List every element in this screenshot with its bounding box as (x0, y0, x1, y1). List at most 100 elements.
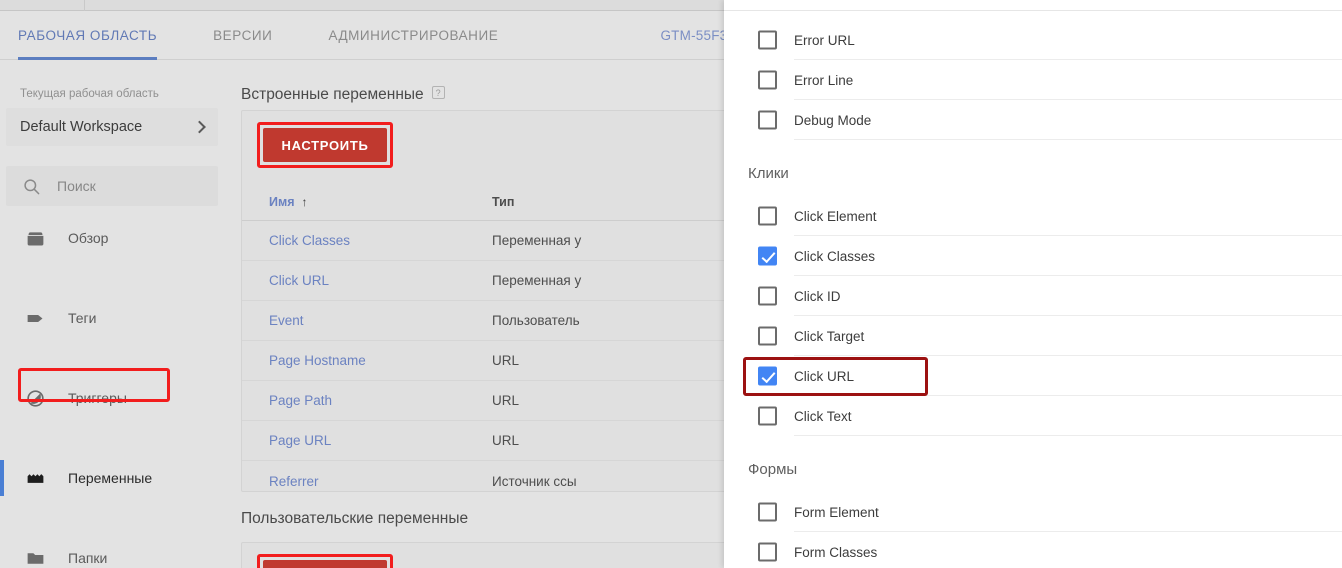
panel-group-forms: Формы (748, 461, 798, 478)
builtin-variables-config-panel: Error URL Error Line Debug Mode Клики Cl… (724, 0, 1342, 568)
sidebar-item-overview-label: Обзор (68, 230, 109, 246)
screen-root: РАБОЧАЯ ОБЛАСТЬ ВЕРСИИ АДМИНИСТРИРОВАНИЕ… (0, 0, 1342, 568)
workspace-name: Default Workspace (20, 119, 143, 135)
configure-button[interactable]: НАСТРОИТЬ (263, 128, 387, 162)
app-header: РАБОЧАЯ ОБЛАСТЬ ВЕРСИИ АДМИНИСТРИРОВАНИЕ… (0, 11, 760, 60)
checkbox-debug-mode[interactable] (758, 110, 777, 130)
table-row[interactable]: Page Hostname URL (242, 341, 746, 381)
variable-icon (24, 467, 46, 489)
configure-button-label: НАСТРОИТЬ (281, 137, 369, 153)
row-divider (794, 435, 1342, 436)
column-header-type[interactable]: Тип (492, 195, 746, 209)
main-content: Встроенные переменные? НАСТРОИТЬ Имя ↑ Ти… (228, 60, 760, 568)
panel-row-error-line[interactable]: Error Line (724, 60, 1342, 100)
builtin-variables-card: НАСТРОИТЬ Имя ↑ Тип Click Classes Переме… (241, 110, 747, 492)
row-type: URL (492, 353, 520, 368)
tab-versions[interactable]: ВЕРСИИ (213, 11, 294, 60)
panel-row-click-id[interactable]: Click ID (724, 276, 1342, 316)
panel-row-form-element-label: Form Element (794, 504, 879, 520)
checkbox-click-url[interactable] (758, 366, 777, 386)
checkbox-click-target[interactable] (758, 326, 777, 346)
sidebar-item-folders-label: Папки (68, 550, 108, 566)
user-variables-create-button[interactable] (263, 560, 387, 568)
panel-row-form-element[interactable]: Form Element (724, 492, 1342, 532)
checkbox-form-element[interactable] (758, 502, 777, 522)
help-icon[interactable]: ? (431, 86, 445, 99)
sidebar: Текущая рабочая область Default Workspac… (0, 60, 228, 568)
checkbox-click-text[interactable] (758, 406, 777, 426)
sidebar-nav: Обзор Теги Триггеры Переменные Папки (0, 218, 228, 566)
workspace-selector[interactable]: Default Workspace (6, 108, 218, 146)
table-row[interactable]: Event Пользователь (242, 301, 746, 341)
panel-group-clicks: Клики (748, 165, 789, 182)
panel-row-click-classes[interactable]: Click Classes (724, 236, 1342, 276)
panel-row-click-text[interactable]: Click Text (724, 396, 1342, 436)
checkbox-click-element[interactable] (758, 206, 777, 226)
folder-icon (24, 547, 46, 568)
sidebar-item-folders[interactable]: Папки (0, 538, 228, 568)
tab-workspace[interactable]: РАБОЧАЯ ОБЛАСТЬ (18, 11, 179, 60)
panel-row-click-text-label: Click Text (794, 408, 852, 424)
panel-row-error-url[interactable]: Error URL (724, 20, 1342, 60)
search-icon (22, 177, 41, 196)
row-name[interactable]: Click Classes (242, 233, 492, 248)
sidebar-item-tags-label: Теги (68, 310, 97, 326)
checkbox-error-line[interactable] (758, 70, 777, 90)
search-placeholder: Поиск (57, 178, 96, 194)
tab-admin[interactable]: АДМИНИСТРИРОВАНИЕ (328, 11, 520, 60)
search-input[interactable]: Поиск (6, 166, 218, 206)
sidebar-item-triggers-label: Триггеры (68, 390, 127, 406)
sidebar-item-overview[interactable]: Обзор (0, 218, 228, 258)
row-name[interactable]: Page URL (242, 433, 492, 448)
row-type: URL (492, 393, 520, 408)
table-row[interactable]: Page Path URL (242, 381, 746, 421)
workspace-caption: Текущая рабочая область (20, 88, 159, 100)
row-type: Пользователь (492, 313, 580, 328)
user-variables-title-text: Пользовательские переменные (241, 510, 469, 527)
column-header-name[interactable]: Имя ↑ (242, 195, 492, 209)
sidebar-active-indicator (0, 460, 4, 496)
panel-row-click-target-label: Click Target (794, 328, 865, 344)
builtin-variables-table: Имя ↑ Тип Click Classes Переменная у Clic… (242, 183, 746, 501)
sidebar-item-tags[interactable]: Теги (0, 298, 228, 338)
panel-row-click-id-label: Click ID (794, 288, 841, 304)
tag-icon (24, 307, 46, 329)
chevron-right-icon (193, 120, 206, 134)
table-row[interactable]: Page URL URL (242, 421, 746, 461)
table-header-row: Имя ↑ Тип (242, 183, 746, 221)
builtin-variables-title-text: Встроенные переменные (241, 86, 424, 103)
panel-row-error-url-label: Error URL (794, 32, 855, 48)
browser-top-strip (0, 0, 760, 22)
table-row[interactable]: Click URL Переменная у (242, 261, 746, 301)
checkbox-error-url[interactable] (758, 30, 777, 50)
tab-admin-label: АДМИНИСТРИРОВАНИЕ (328, 28, 499, 43)
checkbox-click-classes[interactable] (758, 246, 777, 266)
column-header-name-label: Имя (269, 194, 295, 209)
row-type: URL (492, 433, 520, 448)
row-name[interactable]: Event (242, 313, 492, 328)
table-row[interactable]: Click Classes Переменная у (242, 221, 746, 261)
panel-row-form-classes[interactable]: Form Classes (724, 532, 1342, 568)
checkbox-click-id[interactable] (758, 286, 777, 306)
sort-ascending-icon: ↑ (301, 194, 308, 209)
panel-row-click-target[interactable]: Click Target (724, 316, 1342, 356)
sidebar-item-variables-label: Переменные (68, 470, 153, 486)
row-name[interactable]: Referrer (242, 474, 492, 489)
panel-row-form-classes-label: Form Classes (794, 544, 878, 560)
panel-row-click-element[interactable]: Click Element (724, 196, 1342, 236)
sidebar-item-triggers[interactable]: Триггеры (0, 378, 228, 418)
builtin-variables-title: Встроенные переменные? (241, 86, 445, 104)
checkbox-form-classes[interactable] (758, 542, 777, 562)
trigger-icon (24, 387, 46, 409)
panel-row-click-url[interactable]: Click URL (724, 356, 1342, 396)
row-name[interactable]: Click URL (242, 273, 492, 288)
tab-workspace-label: РАБОЧАЯ ОБЛАСТЬ (18, 28, 158, 43)
panel-row-debug-mode[interactable]: Debug Mode (724, 100, 1342, 140)
panel-row-click-url-label: Click URL (794, 368, 855, 384)
row-name[interactable]: Page Hostname (242, 353, 492, 368)
row-type: Переменная у (492, 273, 582, 288)
row-name[interactable]: Page Path (242, 393, 492, 408)
sidebar-item-variables[interactable]: Переменные (0, 458, 228, 498)
tab-versions-label: ВЕРСИИ (213, 28, 273, 43)
table-row[interactable]: Referrer Источник ссы (242, 461, 746, 501)
